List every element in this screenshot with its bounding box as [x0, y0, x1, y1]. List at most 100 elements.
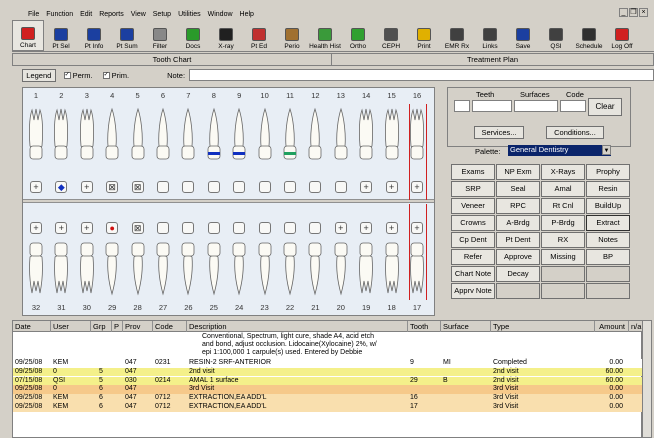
proc-button-extract[interactable]: Extract	[586, 215, 630, 231]
grid-header-date[interactable]: Date	[13, 321, 51, 332]
tooth-upper[interactable]	[102, 106, 122, 170]
proc-button-srp[interactable]: SRP	[451, 181, 495, 197]
tooth-lower[interactable]	[26, 235, 46, 299]
table-row[interactable]: 09/25/08 0 6 047 3rd Visit 3rd Visit 0.00	[13, 385, 643, 394]
menu-item-file[interactable]: File	[28, 11, 39, 18]
tooth-occlusal[interactable]	[284, 222, 296, 234]
grid-header-code[interactable]: Code	[153, 321, 187, 332]
tooth-occlusal[interactable]	[258, 181, 271, 193]
grid-header-amount[interactable]: Amount	[595, 321, 629, 332]
grid-header-description[interactable]: Description	[187, 321, 408, 332]
clear-button[interactable]: Clear	[588, 98, 622, 116]
proc-button-rt-cnl[interactable]: Rt Cnl	[541, 198, 585, 214]
table-row[interactable]: 09/25/08 KEM 6 047 0712 EXTRACTION,EA ADD'L 17…	[13, 403, 643, 412]
tooth-lower[interactable]	[153, 235, 173, 299]
toolbar-button-chart[interactable]: Chart	[12, 20, 44, 51]
tooth-lower[interactable]	[305, 235, 325, 299]
menu-item-edit[interactable]: Edit	[80, 11, 92, 18]
tooth-occlusal[interactable]	[284, 181, 296, 193]
tooth-upper[interactable]	[331, 106, 351, 170]
toolbar-button-links[interactable]: Links	[474, 20, 506, 51]
grid-scrollbar[interactable]	[642, 320, 652, 438]
toolbar-button-x-ray[interactable]: X-ray	[210, 20, 242, 51]
proc-button-chart-note[interactable]: Chart Note	[451, 266, 495, 282]
proc-button-np-exm[interactable]: NP Exm	[496, 164, 540, 180]
toolbar-button-ceph[interactable]: CEPH	[375, 20, 407, 51]
menu-item-help[interactable]: Help	[240, 11, 254, 18]
tooth-lower[interactable]	[382, 235, 402, 299]
toolbar-button-qsi[interactable]: QSI	[540, 20, 572, 51]
tooth-upper[interactable]	[77, 106, 97, 170]
toolbar-button-schedule[interactable]: Schedule	[573, 20, 605, 51]
tooth-occlusal[interactable]: +	[80, 222, 93, 234]
grid-header-user[interactable]: User	[51, 321, 91, 332]
tooth-occlusal[interactable]	[157, 181, 169, 193]
menu-item-setup[interactable]: Setup	[153, 11, 171, 18]
tooth-lower[interactable]	[178, 235, 198, 299]
menu-item-function[interactable]: Function	[46, 11, 73, 18]
menu-item-window[interactable]: Window	[208, 11, 233, 18]
toolbar-button-log-off[interactable]: Log Off	[606, 20, 638, 51]
tooth-occlusal[interactable]: +	[334, 222, 347, 234]
tooth-lower[interactable]	[102, 235, 122, 299]
legend-button[interactable]: Legend	[22, 68, 56, 82]
prim-checkbox[interactable]: ✓ Prim.	[102, 71, 129, 80]
tooth-occlusal[interactable]	[207, 222, 220, 234]
tooth-occlusal[interactable]	[182, 181, 195, 193]
palette-select[interactable]: General Dentistry ▼	[508, 145, 611, 156]
proc-button-veneer[interactable]: Veneer	[451, 198, 495, 214]
tooth-occlusal[interactable]: +	[30, 181, 42, 193]
tooth-upper[interactable]	[382, 106, 402, 170]
toolbar-button-docs[interactable]: Docs	[177, 20, 209, 51]
tooth-occlusal[interactable]: +	[385, 181, 398, 193]
tooth-occlusal[interactable]: +	[30, 222, 42, 234]
toolbar-button-pt-sel[interactable]: Pt Sel	[45, 20, 77, 51]
tooth-lower[interactable]	[204, 235, 224, 299]
proc-button-prophy[interactable]: Prophy	[586, 164, 630, 180]
tooth-occlusal[interactable]	[309, 222, 322, 234]
toolbar-button-ortho[interactable]: Ortho	[342, 20, 374, 51]
table-row[interactable]: 09/25/08 KEM 6 047 0712 EXTRACTION,EA ADD'L 16…	[13, 394, 643, 403]
tooth-occlusal[interactable]	[233, 181, 246, 193]
proc-button-crowns[interactable]: Crowns	[451, 215, 495, 231]
tooth-occlusal[interactable]: +	[360, 222, 373, 234]
toolbar-button-pt-sum[interactable]: Pt Sum	[111, 20, 143, 51]
tooth-upper[interactable]	[229, 106, 249, 170]
toolbar-button-pt-ed[interactable]: Pt Ed	[243, 20, 275, 51]
toolbar-button-health-hist[interactable]: Health Hist	[309, 20, 341, 51]
tooth-occlusal[interactable]: ⊠	[106, 181, 119, 193]
tooth-occlusal[interactable]: ●	[106, 222, 119, 234]
table-row[interactable]: 07/15/08 QSI 5 030 0214 AMAL 1 surface 29 B 2nd …	[13, 376, 643, 386]
proc-button-approve[interactable]: Approve	[496, 249, 540, 265]
proc-button-refer[interactable]: Refer	[451, 249, 495, 265]
tooth-upper[interactable]	[280, 106, 300, 170]
proc-button-resin[interactable]: Resin	[586, 181, 630, 197]
proc-button-a-brdg[interactable]: A-Brdg	[496, 215, 540, 231]
proc-button-exams[interactable]: Exams	[451, 164, 495, 180]
grid-header-p[interactable]: P	[112, 321, 123, 332]
tooth-upper[interactable]	[204, 106, 224, 170]
proc-button-cp-dent[interactable]: Cp Dent	[451, 232, 495, 248]
tooth-occlusal[interactable]: ⊠	[131, 181, 144, 193]
tooth-lower[interactable]	[229, 235, 249, 299]
tooth-upper[interactable]	[153, 106, 173, 170]
table-row[interactable]: 09/25/08 0 5 047 2nd visit 2nd visit 60.00	[13, 367, 643, 377]
tooth-occlusal[interactable]	[233, 222, 246, 234]
toolbar-button-emr-rx[interactable]: EMR Rx	[441, 20, 473, 51]
proc-button-rpc[interactable]: RPC	[496, 198, 540, 214]
grid-header-tooth[interactable]: Tooth	[408, 321, 441, 332]
tooth-upper[interactable]	[255, 106, 275, 170]
tooth-lower[interactable]	[280, 235, 300, 299]
tooth-upper[interactable]	[356, 106, 376, 170]
tooth-lower[interactable]	[356, 235, 376, 299]
tooth-occlusal[interactable]	[157, 222, 169, 234]
close-icon[interactable]: ×	[639, 8, 648, 17]
tooth-occlusal[interactable]	[182, 222, 195, 234]
tab-treatment-plan[interactable]: Treatment Plan	[332, 53, 654, 66]
toolbar-button-print[interactable]: Print	[408, 20, 440, 51]
tooth-lower[interactable]	[331, 235, 351, 299]
proc-button-missing[interactable]: Missing	[541, 249, 585, 265]
tooth-occlusal[interactable]	[207, 181, 220, 193]
tooth-upper[interactable]	[51, 106, 71, 170]
services-button[interactable]: Services...	[474, 126, 524, 139]
